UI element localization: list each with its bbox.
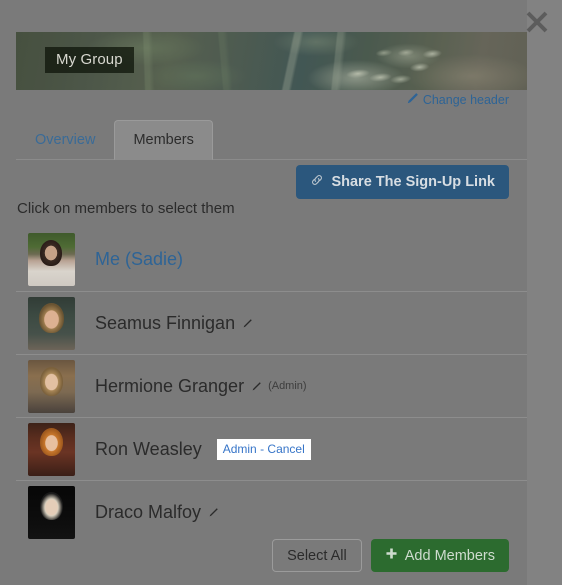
footer-actions: Select All Add Members xyxy=(272,539,509,572)
avatar xyxy=(28,233,75,286)
member-name-label: Ron Weasley xyxy=(95,438,202,459)
link-icon xyxy=(310,173,324,191)
member-row[interactable]: Draco Malfoy xyxy=(16,480,527,543)
pencil-icon[interactable] xyxy=(208,502,219,523)
overlay-backdrop: My Group Change header Overview Members xyxy=(0,0,562,585)
pencil-icon xyxy=(406,92,419,108)
member-name-label: Draco Malfoy xyxy=(95,501,202,522)
instruction-text: Click on members to select them xyxy=(17,200,235,217)
change-header-link[interactable]: Change header xyxy=(406,92,509,108)
member-row[interactable]: Hermione Granger (Admin) xyxy=(16,354,527,417)
tab-overview[interactable]: Overview xyxy=(16,120,114,160)
plus-icon xyxy=(385,547,398,564)
admin-cancel-action[interactable]: Admin - Cancel xyxy=(216,438,311,460)
member-name-label: Me (Sadie) xyxy=(95,249,184,269)
member-list: Me (Sadie) Seamus Finnigan Hermione Gran… xyxy=(16,228,527,543)
member-name: Hermione Granger (Admin) xyxy=(95,376,307,397)
avatar xyxy=(28,296,75,350)
tab-members[interactable]: Members xyxy=(114,120,213,160)
member-name: Draco Malfoy xyxy=(95,502,219,523)
close-button[interactable] xyxy=(521,6,553,38)
admin-tag: (Admin) xyxy=(268,380,307,392)
avatar xyxy=(28,485,75,539)
share-signup-link-button[interactable]: Share The Sign-Up Link xyxy=(296,165,509,199)
avatar xyxy=(28,359,75,413)
share-button-label: Share The Sign-Up Link xyxy=(331,174,495,190)
close-icon xyxy=(526,11,548,33)
member-name: Seamus Finnigan xyxy=(95,313,253,334)
group-modal: My Group Change header Overview Members xyxy=(0,0,527,585)
member-row[interactable]: Ron Weasley Admin - Cancel xyxy=(16,417,527,480)
member-name-label: Seamus Finnigan xyxy=(95,312,236,333)
select-all-button[interactable]: Select All xyxy=(272,539,362,572)
pencil-icon[interactable] xyxy=(251,376,262,397)
member-name[interactable]: Me (Sadie) xyxy=(95,249,183,270)
member-row[interactable]: Me (Sadie) xyxy=(16,228,527,291)
add-members-button[interactable]: Add Members xyxy=(370,539,509,572)
member-name: Ron Weasley Admin - Cancel xyxy=(95,438,311,460)
member-name-label: Hermione Granger xyxy=(95,375,245,396)
change-header-label: Change header xyxy=(422,93,509,107)
avatar xyxy=(28,422,75,476)
pencil-icon[interactable] xyxy=(242,313,253,334)
group-title: My Group xyxy=(45,47,134,73)
group-header-banner: My Group xyxy=(16,32,527,90)
add-members-label: Add Members xyxy=(404,547,495,564)
member-row[interactable]: Seamus Finnigan xyxy=(16,291,527,354)
tab-bar: Overview Members xyxy=(16,120,527,160)
